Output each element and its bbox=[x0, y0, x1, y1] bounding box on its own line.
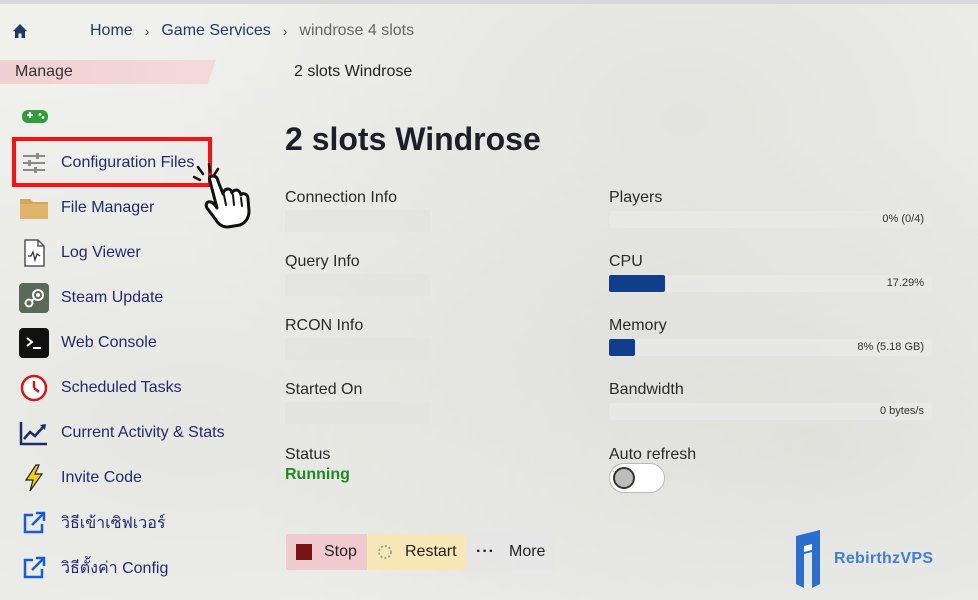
sidebar-item-label: Web Console bbox=[61, 334, 157, 351]
pointer-hand-icon bbox=[190, 162, 254, 229]
sidebar-item-label: Log Viewer bbox=[61, 244, 141, 261]
memory-value: 8% (5.18 GB) bbox=[857, 341, 924, 353]
sidebar-item-label: วิธีเข้าเซิฟเวอร์ bbox=[61, 514, 166, 532]
auto-refresh-toggle[interactable] bbox=[609, 463, 665, 493]
gamepad-icon[interactable] bbox=[20, 102, 50, 130]
restart-icon bbox=[377, 544, 393, 560]
sidebar-item-file-manager[interactable]: File Manager bbox=[18, 190, 154, 226]
sidebar-item-scheduled-tasks[interactable]: Scheduled Tasks bbox=[18, 370, 182, 406]
players-label: Players bbox=[609, 189, 663, 206]
query-info-label: Query Info bbox=[285, 253, 360, 270]
restart-button[interactable]: Restart bbox=[367, 534, 466, 570]
brand-logo-mark-icon bbox=[796, 530, 820, 588]
highlight-box bbox=[12, 137, 212, 187]
cpu-bar-fill bbox=[609, 275, 665, 292]
more-dots-icon: ··· bbox=[476, 543, 495, 560]
cpu-label: CPU bbox=[609, 253, 643, 270]
cpu-value: 17.29% bbox=[886, 277, 924, 289]
toggle-knob bbox=[613, 467, 635, 489]
started-on-value bbox=[285, 402, 430, 424]
connection-info-value[interactable] bbox=[285, 210, 430, 232]
sidebar-item-config-guide[interactable]: วิธีตั้งค่า Config bbox=[18, 550, 168, 586]
brand-logo-text: RebirthzVPS bbox=[834, 550, 934, 567]
breadcrumb: Home › Game Services › windrose 4 slots bbox=[12, 22, 414, 40]
query-info-value[interactable] bbox=[285, 274, 430, 296]
log-file-icon bbox=[18, 237, 50, 269]
auto-refresh-label: Auto refresh bbox=[609, 446, 697, 463]
sidebar-item-label: วิธีตั้งค่า Config bbox=[61, 559, 169, 577]
sidebar-item-invite-code[interactable]: Invite Code bbox=[18, 460, 142, 496]
started-on-label: Started On bbox=[285, 381, 363, 398]
more-button[interactable]: ··· More bbox=[466, 534, 554, 570]
chart-icon bbox=[18, 417, 50, 449]
clock-icon bbox=[18, 372, 50, 404]
chevron-right-icon: › bbox=[282, 23, 288, 39]
memory-bar-fill bbox=[609, 339, 635, 356]
stop-icon bbox=[296, 544, 312, 560]
manage-label: Manage bbox=[15, 63, 73, 80]
connection-info-label: Connection Info bbox=[285, 189, 398, 206]
chevron-right-icon: › bbox=[144, 23, 150, 39]
status-label: Status bbox=[285, 446, 331, 463]
external-link-icon bbox=[18, 552, 50, 584]
breadcrumb-game-services[interactable]: Game Services bbox=[161, 22, 270, 40]
status-value: Running bbox=[285, 466, 350, 483]
home-icon[interactable] bbox=[12, 22, 30, 40]
sidebar-item-label: Current Activity & Stats bbox=[61, 424, 225, 441]
restart-button-label: Restart bbox=[405, 543, 457, 560]
more-button-label: More bbox=[508, 543, 546, 560]
sidebar-item-current-activity[interactable]: Current Activity & Stats bbox=[18, 415, 225, 451]
brand-logo: RebirthzVPS bbox=[790, 528, 933, 590]
memory-label: Memory bbox=[609, 317, 667, 334]
players-bar: 0% (0/4) bbox=[609, 211, 932, 228]
memory-bar: 8% (5.18 GB) bbox=[609, 339, 932, 356]
rcon-info-label: RCON Info bbox=[285, 317, 364, 334]
players-value: 0% (0/4) bbox=[882, 213, 924, 225]
cpu-bar: 17.29% bbox=[609, 275, 932, 292]
external-link-icon bbox=[18, 507, 50, 539]
folder-icon bbox=[18, 192, 50, 224]
terminal-icon bbox=[18, 327, 50, 359]
sidebar-item-web-console[interactable]: Web Console bbox=[18, 325, 157, 361]
stop-button-label: Stop bbox=[324, 543, 357, 560]
breadcrumb-home[interactable]: Home bbox=[90, 22, 133, 40]
sidebar-item-steam-update[interactable]: Steam Update bbox=[18, 280, 163, 316]
sidebar-item-how-to-join[interactable]: วิธีเข้าเซิฟเวอร์ bbox=[18, 505, 165, 541]
bandwidth-bar: 0 bytes/s bbox=[609, 403, 932, 420]
top-border bbox=[0, 0, 978, 4]
page-title: 2 slots Windrose bbox=[285, 121, 541, 157]
bandwidth-value: 0 bytes/s bbox=[879, 405, 924, 417]
sidebar-item-label: Steam Update bbox=[61, 289, 164, 306]
lightning-icon bbox=[18, 462, 50, 494]
page-subtitle: 2 slots Windrose bbox=[294, 63, 413, 80]
stop-button[interactable]: Stop bbox=[286, 534, 367, 570]
steam-icon bbox=[18, 282, 50, 314]
sidebar-item-label: Scheduled Tasks bbox=[61, 379, 182, 396]
rcon-info-value[interactable] bbox=[285, 338, 430, 360]
breadcrumb-current: windrose 4 slots bbox=[299, 22, 415, 39]
sidebar-item-label: Invite Code bbox=[61, 469, 142, 486]
sidebar-item-log-viewer[interactable]: Log Viewer bbox=[18, 235, 141, 271]
sidebar-item-label: File Manager bbox=[61, 199, 155, 216]
bandwidth-label: Bandwidth bbox=[609, 381, 684, 398]
